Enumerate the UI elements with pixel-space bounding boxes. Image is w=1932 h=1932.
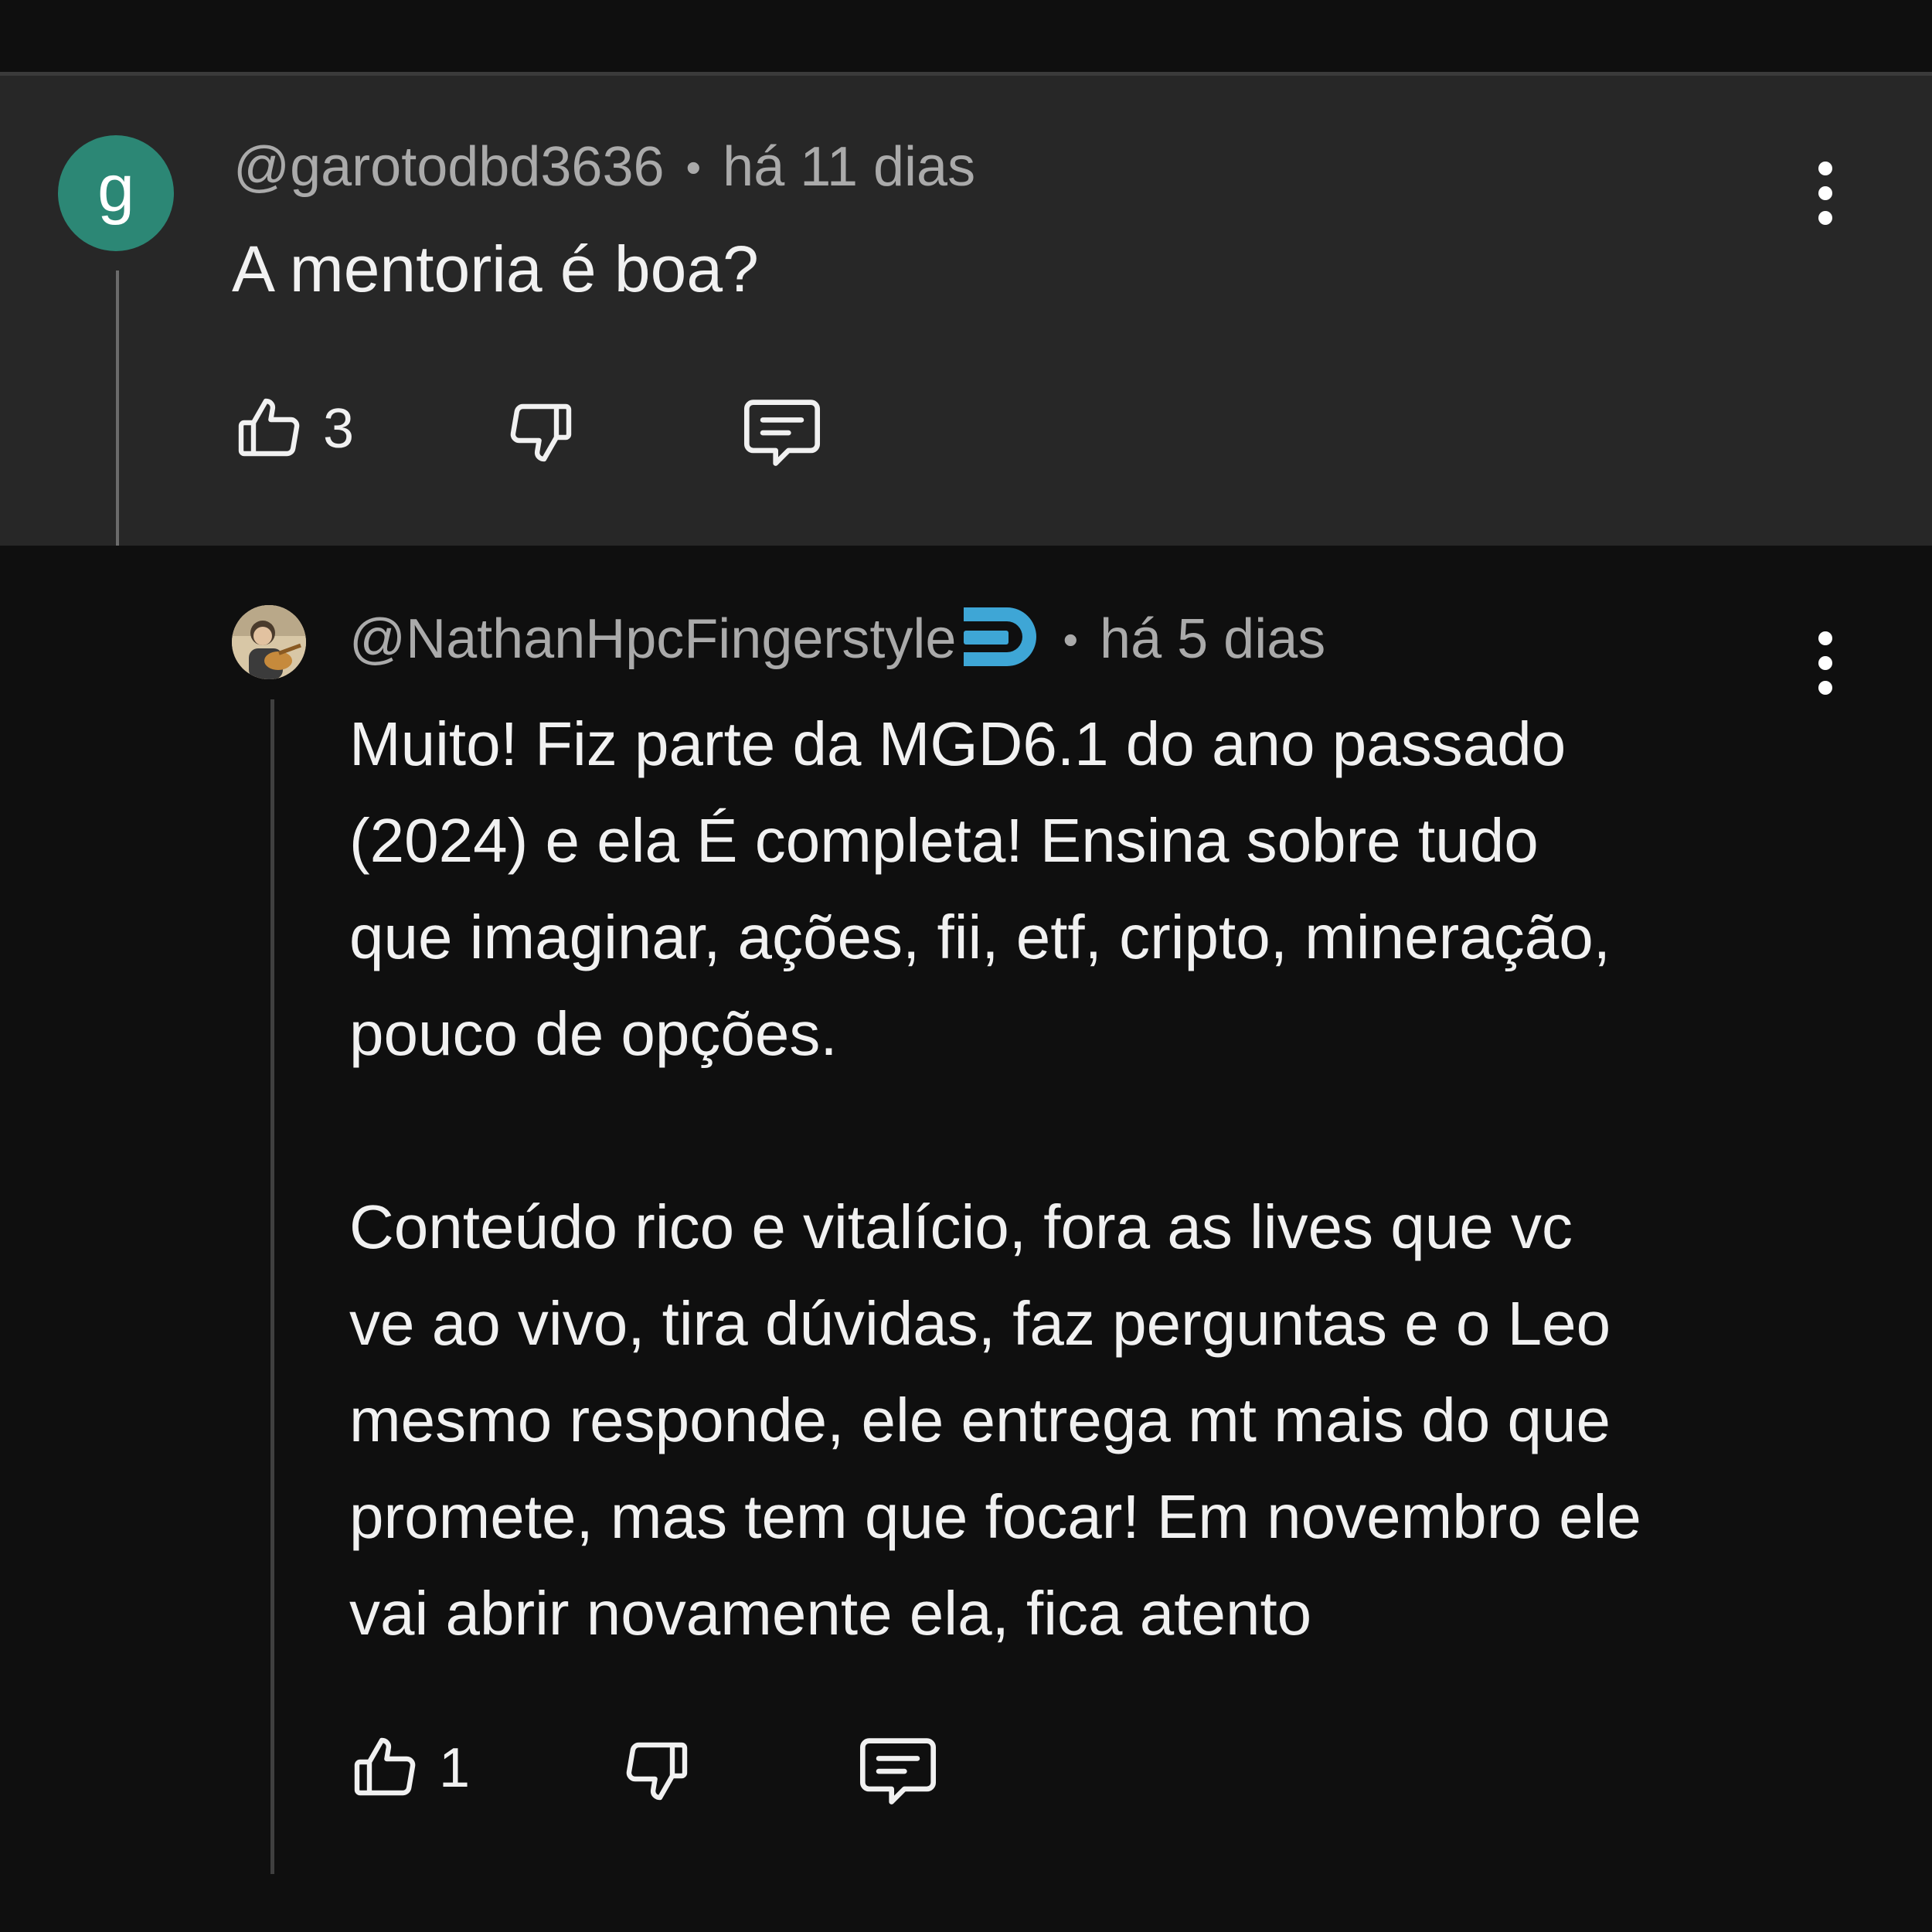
reply-button[interactable] bbox=[740, 393, 824, 470]
reply-text-line: ve ao vivo, tira dúvidas, faz perguntas … bbox=[349, 1289, 1611, 1358]
reply-meta: @NathanHpcFingerstyle • há 5 dias bbox=[349, 603, 1325, 675]
reply-username[interactable]: @NathanHpcFingerstyle bbox=[349, 607, 956, 671]
reply-text-line: que imaginar, ações, fii, etf, cripto, m… bbox=[349, 903, 1611, 971]
thumbs-up-icon bbox=[354, 1737, 416, 1796]
profile-photo bbox=[232, 605, 306, 679]
like-button[interactable]: 1 bbox=[348, 1730, 470, 1807]
reply-text-line: pouco de opções. bbox=[349, 999, 838, 1068]
reply-thread-line bbox=[270, 699, 274, 1874]
reply-text-line: vai abrir novamente ela, fica atento bbox=[349, 1579, 1312, 1648]
reply-text-line: mesmo responde, ele entrega mt mais do q… bbox=[349, 1386, 1611, 1454]
like-button[interactable]: 3 bbox=[232, 390, 354, 468]
reply-time[interactable]: há 5 dias bbox=[1100, 607, 1325, 671]
like-count: 1 bbox=[439, 1737, 471, 1799]
parent-comment-text: A mentoria é boa? bbox=[232, 233, 759, 305]
avatar[interactable] bbox=[232, 605, 306, 679]
thumbs-down-icon bbox=[510, 403, 572, 462]
reply-text: Muito! Fiz parte da MGD6.1 do ano passad… bbox=[349, 696, 1641, 1662]
avatar[interactable]: g bbox=[58, 135, 174, 251]
reply-text-line: Muito! Fiz parte da MGD6.1 do ano passad… bbox=[349, 709, 1566, 778]
comment-icon bbox=[859, 1738, 937, 1804]
comments-screen: g @garotodbd3636 • há 11 dias A mentoria… bbox=[0, 0, 1932, 1932]
thumbs-up-icon bbox=[238, 398, 300, 457]
top-bar bbox=[0, 0, 1932, 73]
like-count: 3 bbox=[323, 398, 355, 460]
reply-text-line: (2024) e ela É completa! Ensina sobre tu… bbox=[349, 806, 1539, 875]
reply-text-line: Conteúdo rico e vitalício, fora as lives… bbox=[349, 1192, 1573, 1261]
meta-separator: • bbox=[1063, 614, 1079, 664]
dislike-button[interactable] bbox=[504, 393, 578, 470]
parent-comment-meta: @garotodbd3636 • há 11 dias bbox=[233, 135, 975, 199]
thumbs-down-icon bbox=[626, 1742, 688, 1801]
more-vertical-icon[interactable] bbox=[1802, 155, 1849, 232]
reply-button[interactable] bbox=[856, 1731, 940, 1808]
parent-comment-time[interactable]: há 11 dias bbox=[723, 135, 975, 199]
reply-text-line: promete, mas tem que focar! Em novembro … bbox=[349, 1482, 1641, 1551]
channel-badge-icon bbox=[964, 607, 1037, 666]
dislike-button[interactable] bbox=[620, 1731, 694, 1808]
more-vertical-icon[interactable] bbox=[1802, 624, 1849, 702]
meta-separator: • bbox=[685, 142, 702, 192]
comment-icon bbox=[743, 400, 821, 466]
parent-comment-username[interactable]: @garotodbd3636 bbox=[233, 135, 665, 199]
